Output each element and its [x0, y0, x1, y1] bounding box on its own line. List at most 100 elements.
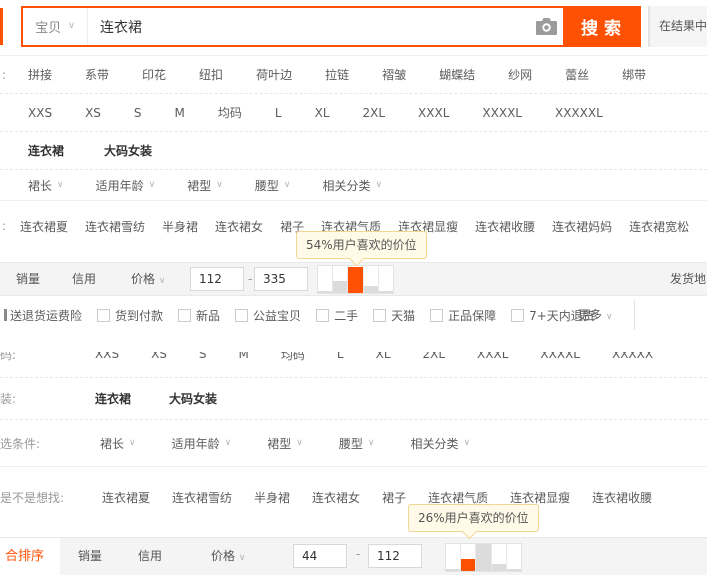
sort-credit[interactable]: 信用: [72, 263, 96, 295]
size-item[interactable]: XXS: [95, 352, 119, 361]
dropdown-filter[interactable]: 相关分类 ∨: [322, 177, 382, 194]
category-item[interactable]: 连衣裙: [28, 142, 64, 159]
dropdown-filter[interactable]: 腰型 ∨: [255, 177, 291, 194]
size-item[interactable]: XXXL: [477, 352, 508, 361]
suggest-item[interactable]: 连衣裙雪纺: [172, 489, 232, 506]
camera-icon[interactable]: [529, 18, 563, 35]
dropdown-filter[interactable]: 裙型 ∨: [267, 435, 303, 452]
size-item[interactable]: XS: [85, 106, 101, 120]
checkbox[interactable]: [316, 308, 330, 322]
dropdown-filter[interactable]: 裙长 ∨: [28, 177, 64, 194]
service-checkbox-item[interactable]: 货到付款: [97, 307, 163, 324]
suggest-item[interactable]: 连衣裙女: [215, 218, 263, 235]
suggest-item[interactable]: 连衣裙夏: [20, 218, 68, 235]
size-item[interactable]: 2XL: [423, 352, 446, 361]
suggest-item[interactable]: 连衣裙收腰: [592, 489, 652, 506]
sort-credit[interactable]: 信用: [138, 538, 162, 574]
size-item[interactable]: XL: [376, 352, 391, 361]
price-max-input[interactable]: [254, 267, 308, 291]
size-item[interactable]: L: [275, 106, 282, 120]
suggest-item[interactable]: 裙子: [382, 489, 406, 506]
filter-item[interactable]: 印花: [142, 66, 166, 83]
price-max-input[interactable]: [368, 544, 422, 568]
filter-item[interactable]: 蕾丝: [565, 66, 589, 83]
sort-sales[interactable]: 销量: [16, 263, 40, 295]
dropdown-filter[interactable]: 适用年龄 ∨: [96, 177, 156, 194]
size-item[interactable]: M: [175, 106, 185, 120]
checkbox[interactable]: [178, 308, 192, 322]
price-histogram-cell[interactable]: [446, 544, 462, 571]
price-histogram-cell[interactable]: [506, 544, 522, 571]
price-histogram-cell[interactable]: [333, 266, 349, 293]
size-item[interactable]: XXXXL: [482, 106, 522, 120]
filter-item[interactable]: 系带: [85, 66, 109, 83]
suggest-item[interactable]: 半身裙: [254, 489, 290, 506]
size-item[interactable]: 2XL: [363, 106, 386, 120]
dropdown-filter[interactable]: 相关分类 ∨: [410, 435, 470, 452]
checkbox[interactable]: [97, 308, 111, 322]
price-histogram-cell[interactable]: [348, 266, 364, 293]
price-histogram-cell[interactable]: [491, 544, 507, 571]
price-histogram-cell[interactable]: [476, 544, 492, 571]
category-item[interactable]: 大码女装: [169, 390, 217, 407]
service-checkbox-item[interactable]: 天猫: [373, 307, 415, 324]
sort-tab-composite[interactable]: 合排序: [0, 537, 60, 575]
checkbox[interactable]: [373, 308, 387, 322]
filter-item[interactable]: 绑带: [622, 66, 646, 83]
suggest-item[interactable]: 连衣裙气质: [428, 489, 488, 506]
size-item[interactable]: XXS: [28, 106, 52, 120]
suggest-item[interactable]: 连衣裙妈妈: [552, 218, 612, 235]
filter-item[interactable]: 纱网: [508, 66, 532, 83]
checkbox[interactable]: [511, 308, 525, 322]
category-item[interactable]: 连衣裙: [95, 390, 131, 407]
price-min-input[interactable]: [190, 267, 244, 291]
sort-sales[interactable]: 销量: [78, 538, 102, 574]
ship-from-label[interactable]: 发货地: [670, 263, 707, 295]
search-button[interactable]: 搜 索: [563, 8, 639, 45]
checkbox[interactable]: [430, 308, 444, 322]
filter-item[interactable]: 褶皱: [382, 66, 406, 83]
price-histogram-cell[interactable]: [461, 544, 477, 571]
service-item-partial[interactable]: 送退货运费险: [10, 307, 82, 324]
price-histogram-cell[interactable]: [318, 266, 334, 293]
suggest-item[interactable]: 连衣裙夏: [102, 489, 150, 506]
dropdown-filter[interactable]: 腰型 ∨: [339, 435, 375, 452]
dropdown-filter[interactable]: 裙长 ∨: [100, 435, 136, 452]
price-histogram-cell[interactable]: [378, 266, 394, 293]
filter-item[interactable]: 蝴蝶结: [439, 66, 475, 83]
more-filters[interactable]: 更多 ∨: [578, 296, 612, 334]
filter-item[interactable]: 拼接: [28, 66, 52, 83]
suggest-item[interactable]: 连衣裙收腰: [475, 218, 535, 235]
price-min-input[interactable]: [293, 544, 347, 568]
size-item[interactable]: S: [199, 352, 207, 361]
size-item[interactable]: 均码: [281, 352, 305, 361]
sort-price[interactable]: 价格 ∨: [211, 538, 245, 574]
suggest-item[interactable]: 半身裙: [162, 218, 198, 235]
size-item[interactable]: L: [337, 352, 344, 361]
service-checkbox-item[interactable]: 新品: [178, 307, 220, 324]
suggest-item[interactable]: 连衣裙雪纺: [85, 218, 145, 235]
suggest-item[interactable]: 连衣裙宽松: [629, 218, 689, 235]
size-item[interactable]: XS: [151, 352, 167, 361]
checkbox[interactable]: [235, 308, 249, 322]
service-checkbox-item[interactable]: 公益宝贝: [235, 307, 301, 324]
filter-item[interactable]: 纽扣: [199, 66, 223, 83]
dropdown-filter[interactable]: 适用年龄 ∨: [172, 435, 232, 452]
size-item[interactable]: XXXL: [418, 106, 449, 120]
suggest-item[interactable]: 连衣裙女: [312, 489, 360, 506]
price-histogram-cell[interactable]: [363, 266, 379, 293]
size-item[interactable]: XL: [315, 106, 330, 120]
size-item[interactable]: M: [239, 352, 249, 361]
sort-price[interactable]: 价格 ∨: [131, 263, 165, 295]
size-item[interactable]: XXXXL: [540, 352, 580, 361]
category-dropdown[interactable]: 宝贝 ∨: [23, 8, 88, 45]
size-item[interactable]: XXXXX: [612, 352, 653, 361]
size-item[interactable]: 均码: [218, 104, 242, 121]
search-in-results-link[interactable]: 在结果中: [649, 6, 707, 47]
service-checkbox-item[interactable]: 正品保障: [430, 307, 496, 324]
size-item[interactable]: XXXXXL: [555, 106, 603, 120]
search-input[interactable]: [88, 8, 529, 45]
filter-item[interactable]: 荷叶边: [256, 66, 292, 83]
filter-item[interactable]: 拉链: [325, 66, 349, 83]
size-item[interactable]: S: [134, 106, 142, 120]
